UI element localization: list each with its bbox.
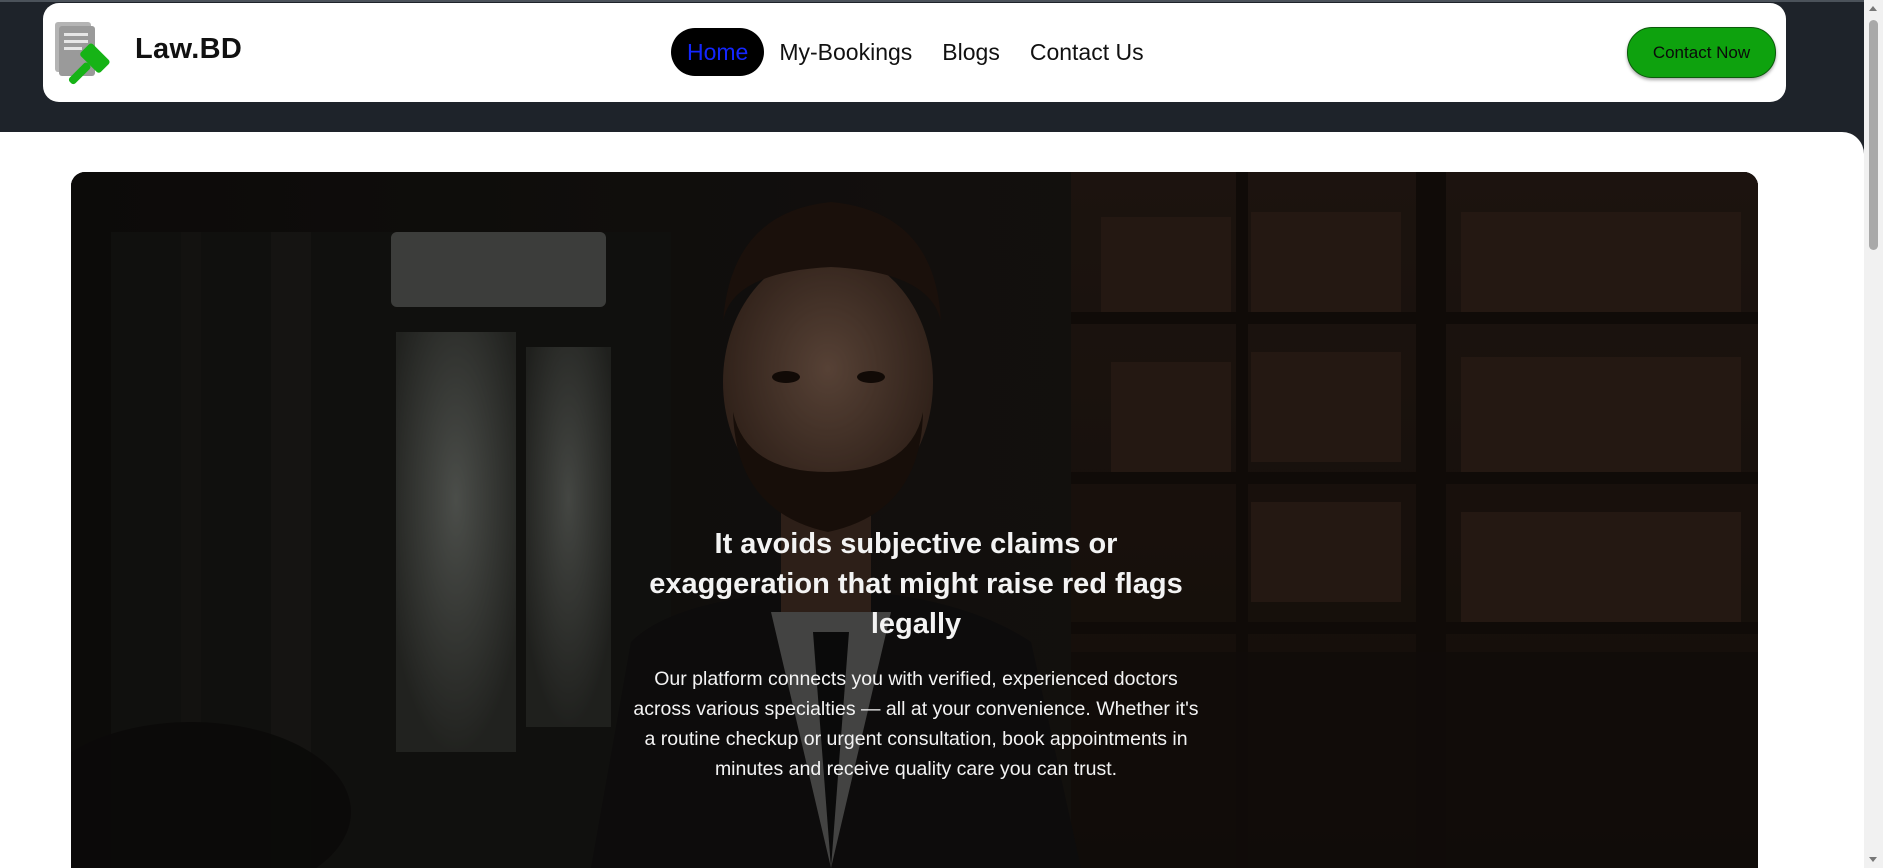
vertical-scrollbar[interactable] [1864,0,1883,868]
hero-title: It avoids subjective claims or exaggerat… [649,528,1183,640]
brand-name[interactable]: Law.BD [135,33,242,66]
contact-now-button[interactable]: Contact Now [1627,27,1776,78]
browser-viewport: Law.BD Home My-Bookings Blogs Contact Us… [0,0,1883,868]
scroll-down-arrow-icon[interactable] [1869,857,1877,862]
nav-link-my-bookings[interactable]: My-Bookings [764,28,927,76]
nav-link-contact-us[interactable]: Contact Us [1015,28,1159,76]
legal-document-gavel-icon[interactable] [53,20,115,86]
main-nav: Home My-Bookings Blogs Contact Us [671,28,1159,76]
scroll-up-arrow-icon[interactable] [1869,6,1877,11]
navbar: Law.BD Home My-Bookings Blogs Contact Us… [43,3,1786,102]
top-edge-line [0,0,1864,2]
nav-link-blogs[interactable]: Blogs [927,28,1015,76]
hero-banner: It avoids subjective claims or exaggerat… [71,172,1758,868]
scrollbar-thumb[interactable] [1869,20,1878,250]
hero-text-block: It avoids subjective claims or exaggerat… [631,524,1201,784]
nav-link-home[interactable]: Home [671,28,765,76]
hero-description: Our platform connects you with verified,… [633,668,1199,780]
